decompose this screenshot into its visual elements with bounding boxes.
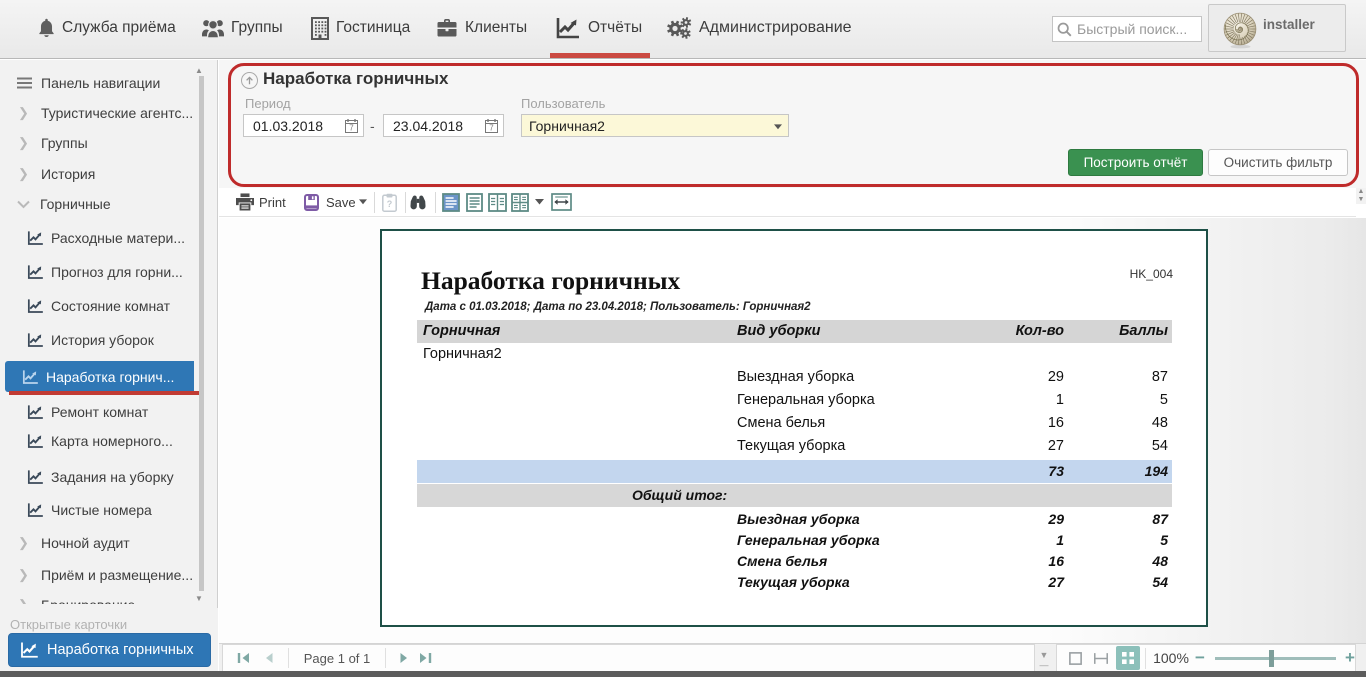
- svg-text:?: ?: [387, 199, 393, 209]
- svg-text:7: 7: [489, 124, 494, 133]
- svg-text:7: 7: [349, 124, 354, 133]
